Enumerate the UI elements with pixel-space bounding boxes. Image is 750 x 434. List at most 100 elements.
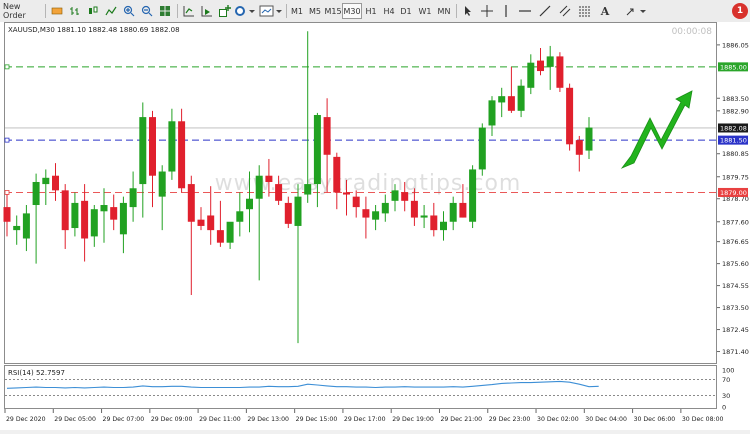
timeframe-label: D1 [400, 6, 412, 16]
time-tick-label: 29 Dec 13:00 [247, 416, 289, 423]
candle-body [168, 121, 176, 172]
price-tick-label: 1877.60 [722, 218, 749, 226]
timeframe-h1[interactable]: H1 [362, 3, 380, 19]
candle-body [488, 100, 496, 126]
candle-body [110, 207, 118, 220]
price-tick-label: 1873.50 [722, 304, 749, 312]
candle-body [537, 60, 544, 72]
channel-icon[interactable] [557, 3, 573, 19]
level-anchor[interactable] [4, 137, 10, 143]
chart-timer: 00:00:08 [672, 27, 713, 37]
line-chart-icon[interactable] [103, 3, 119, 19]
auto-scroll-icon[interactable] [181, 3, 197, 19]
candle-body [469, 169, 477, 222]
candle-body [216, 230, 224, 243]
toolbar: New Order M1 M5 M15 M30 H1 H4 D1 W1 MN A… [0, 0, 750, 23]
candle-body [255, 175, 263, 199]
level-price-tag-label: 1879.00 [720, 189, 747, 197]
rsi-tick-label: 100 [722, 367, 734, 375]
candle-body [178, 121, 186, 189]
candle-body [294, 196, 302, 226]
indicators-icon[interactable] [217, 3, 233, 19]
time-tick-label: 29 Dec 11:00 [199, 416, 241, 423]
timeframe-m15[interactable]: M15 [323, 3, 343, 19]
candle-body [381, 202, 389, 214]
candle-body [265, 175, 273, 182]
trendline-icon[interactable] [537, 3, 553, 19]
chart-window[interactable]: XAUUSD,M30 1881.10 1882.48 1880.69 1882.… [0, 22, 750, 430]
zoom-out-icon[interactable] [139, 3, 155, 19]
candle-body [391, 190, 399, 201]
level-anchor[interactable] [4, 64, 10, 70]
candle-body [90, 209, 98, 237]
horizontal-line-icon[interactable] [517, 3, 533, 19]
candle-body [566, 87, 574, 145]
time-tick-label: 29 Dec 07:00 [103, 416, 145, 423]
level-price-tag-label: 1881.50 [720, 137, 747, 145]
vertical-line-icon[interactable] [498, 3, 514, 19]
candle-body [459, 202, 467, 218]
rsi-tick-label: 70 [722, 376, 730, 384]
price-tick-label: 1886.05 [722, 41, 749, 49]
timeframe-label: M1 [291, 6, 303, 16]
candle-body [129, 188, 137, 208]
candle-body [546, 56, 554, 67]
timeframe-w1[interactable]: W1 [416, 3, 434, 19]
alert-badge[interactable]: 1 [732, 3, 748, 19]
timeframe-m1[interactable]: M1 [288, 3, 306, 19]
timeframe-d1[interactable]: D1 [397, 3, 415, 19]
time-tick-label: 30 Dec 04:00 [585, 416, 627, 423]
candle-body [478, 127, 486, 170]
time-tick-label: 29 Dec 09:00 [151, 416, 193, 423]
auto-trading-icon[interactable] [49, 3, 65, 19]
candle-body [149, 117, 156, 176]
arrows-icon[interactable] [625, 3, 649, 19]
timeframe-label: M15 [324, 6, 342, 16]
period-icon[interactable] [233, 3, 257, 19]
candle-body [13, 225, 21, 231]
price-tick-label: 1882.90 [722, 107, 749, 115]
level-price-tag-label: 1885.00 [720, 63, 747, 71]
chart-shift-icon[interactable] [199, 3, 215, 19]
candle-body [158, 171, 166, 197]
candle-body [139, 117, 147, 185]
time-tick-label: 29 Dec 23:00 [489, 416, 531, 423]
timeframe-mn[interactable]: MN [434, 3, 454, 19]
toolbar-separator [286, 4, 287, 18]
chart-svg[interactable]: XAUUSD,M30 1881.10 1882.48 1880.69 1882.… [0, 22, 750, 430]
candle-body [352, 196, 360, 208]
zoom-in-icon[interactable] [121, 3, 137, 19]
timeframe-h4[interactable]: H4 [380, 3, 398, 19]
time-tick-label: 29 Dec 05:00 [54, 416, 96, 423]
new-order-button[interactable]: New Order [2, 2, 42, 20]
candle-body [410, 200, 418, 218]
candle-body [507, 96, 515, 111]
candle-body [401, 192, 409, 201]
time-tick-label: 29 Dec 17:00 [344, 416, 386, 423]
time-tick-label: 29 Dec 2020 [6, 416, 46, 423]
candle-body [333, 156, 341, 193]
level-anchor[interactable] [4, 190, 10, 195]
text-icon[interactable]: A [597, 3, 613, 19]
candle-body [226, 221, 234, 243]
timeframe-m5[interactable]: M5 [306, 3, 324, 19]
candle-body [449, 202, 457, 222]
candle-body [323, 117, 331, 155]
price-tick-label: 1874.55 [722, 282, 749, 290]
candle-body [61, 190, 69, 231]
fibonacci-icon[interactable] [577, 3, 593, 19]
cursor-icon[interactable] [460, 3, 476, 19]
candle-body [81, 200, 89, 239]
toolbar-separator [456, 4, 457, 18]
candle-body [343, 192, 350, 195]
bars-chart-icon[interactable] [67, 3, 83, 19]
candle-body [3, 207, 11, 222]
candles-chart-icon[interactable] [85, 3, 101, 19]
templates-icon[interactable] [258, 3, 284, 19]
candle-body [22, 213, 30, 239]
time-tick-label: 30 Dec 02:00 [537, 416, 579, 423]
crosshair-icon[interactable] [479, 3, 495, 19]
tile-windows-icon[interactable] [157, 3, 173, 19]
timeframe-m30[interactable]: M30 [342, 3, 362, 19]
candle-body [440, 221, 447, 231]
